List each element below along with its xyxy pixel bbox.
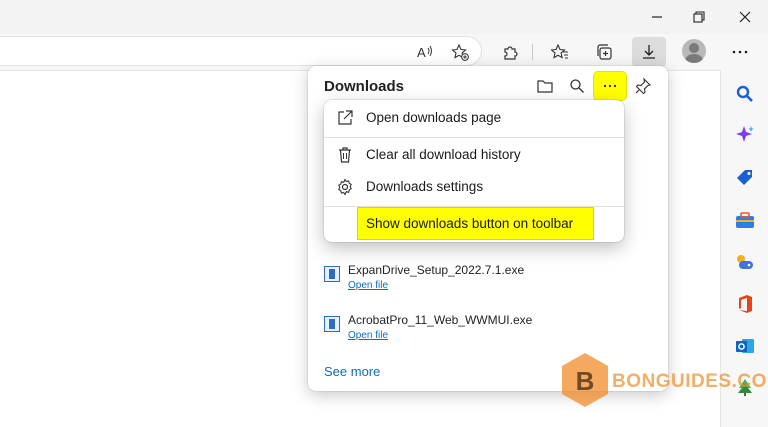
- download-filename: ExpanDrive_Setup_2022.7.1.exe: [348, 263, 525, 277]
- see-more-link[interactable]: See more: [324, 364, 380, 379]
- search-icon: [570, 79, 584, 93]
- minimize-button[interactable]: [636, 0, 678, 34]
- sidebar-tools-button[interactable]: [733, 208, 757, 232]
- extensions-icon: [504, 46, 518, 60]
- downloads-title: Downloads: [324, 78, 405, 95]
- menu-item-clear-history[interactable]: Clear all download history: [324, 140, 624, 170]
- close-icon: [739, 11, 751, 23]
- sidebar-games-button[interactable]: [733, 250, 757, 274]
- sparkle-icon: [736, 126, 754, 142]
- add-favorite-button[interactable]: [446, 38, 474, 66]
- address-bar[interactable]: [0, 36, 482, 66]
- office-icon: [739, 295, 752, 313]
- trash-icon: [339, 147, 351, 163]
- add-favorite-icon: [451, 43, 469, 61]
- svg-text:A: A: [417, 45, 426, 60]
- downloads-button[interactable]: [632, 37, 666, 67]
- open-file-link[interactable]: Open file: [348, 280, 388, 291]
- more-button[interactable]: [726, 38, 754, 66]
- shopping-tag-icon: [737, 170, 752, 185]
- open-file-link[interactable]: Open file: [348, 330, 388, 341]
- menu-separator: [324, 137, 624, 138]
- menu-item-label: Show downloads button on toolbar: [366, 216, 574, 231]
- close-button[interactable]: [724, 0, 766, 34]
- toolbar-separator: [532, 44, 533, 60]
- download-item[interactable]: AcrobatPro_11_Web_WWMUI.exe Open file: [324, 313, 644, 351]
- profile-avatar[interactable]: [682, 39, 706, 63]
- folder-icon: [537, 80, 553, 93]
- download-filename: AcrobatPro_11_Web_WWMUI.exe: [348, 313, 533, 327]
- outlook-icon: [736, 339, 754, 353]
- pin-downloads-button[interactable]: [627, 72, 659, 100]
- restore-icon: [693, 11, 705, 23]
- sidebar-office-button[interactable]: [733, 292, 757, 316]
- restore-button[interactable]: [678, 0, 720, 34]
- menu-item-label: Clear all download history: [366, 147, 521, 162]
- search-icon: [736, 85, 753, 102]
- collections-button[interactable]: [590, 38, 618, 66]
- more-options-button[interactable]: [593, 71, 627, 101]
- open-folder-button[interactable]: [529, 72, 561, 100]
- menu-item-label: Open downloads page: [366, 110, 502, 125]
- watermark-text: BONGUIDES.COM: [612, 371, 768, 392]
- read-aloud-icon: A: [417, 45, 432, 60]
- menu-item-downloads-settings[interactable]: Downloads settings: [324, 172, 624, 202]
- favorites-icon: [551, 43, 568, 59]
- pin-icon: [635, 77, 652, 95]
- games-icon: [737, 255, 753, 269]
- read-aloud-button[interactable]: A: [411, 38, 439, 66]
- gear-icon: [338, 178, 352, 196]
- browser-toolbar: A: [0, 34, 768, 70]
- exe-file-icon: [324, 316, 340, 332]
- sidebar-shopping-button[interactable]: [733, 166, 757, 190]
- collections-icon: [597, 44, 612, 60]
- sidebar-copilot-button[interactable]: [733, 123, 757, 147]
- downloads-icon: [643, 45, 655, 59]
- extensions-button[interactable]: [497, 38, 525, 66]
- logo-letter: B: [576, 366, 595, 396]
- sidebar-search-button[interactable]: [733, 82, 757, 106]
- menu-item-open-downloads-page[interactable]: Open downloads page: [324, 103, 624, 133]
- more-icon: [732, 50, 748, 54]
- open-external-icon: [338, 110, 353, 125]
- tools-icon: [736, 212, 754, 228]
- exe-file-icon: [324, 266, 340, 282]
- menu-item-label: Downloads settings: [366, 179, 484, 194]
- sidebar-outlook-button[interactable]: [733, 334, 757, 358]
- bonguides-logo: B: [562, 353, 608, 407]
- search-downloads-button[interactable]: [561, 72, 593, 100]
- minimize-icon: [652, 16, 662, 18]
- more-icon: [603, 84, 617, 88]
- download-item[interactable]: ExpanDrive_Setup_2022.7.1.exe Open file: [324, 263, 644, 301]
- title-bar: [0, 0, 768, 34]
- favorites-button[interactable]: [546, 38, 574, 66]
